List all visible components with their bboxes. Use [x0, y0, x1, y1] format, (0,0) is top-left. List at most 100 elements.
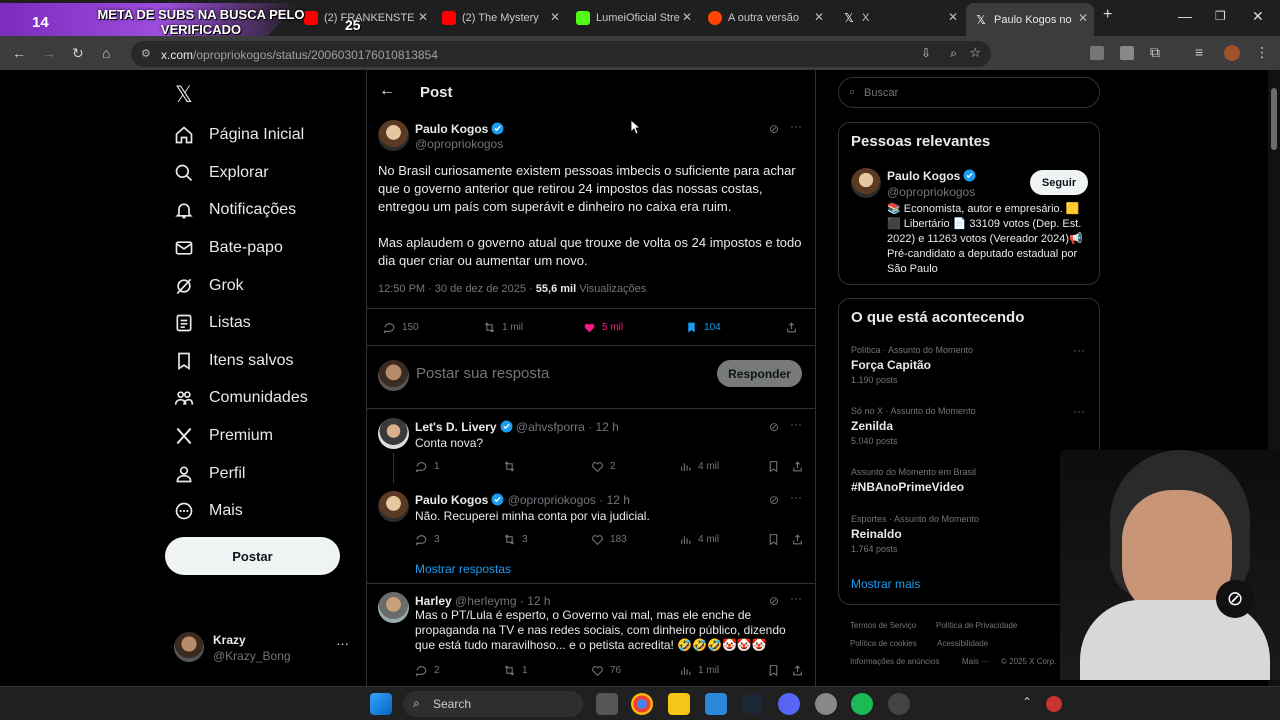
x-logo-icon[interactable]: 𝕏 — [175, 82, 193, 108]
trend-title[interactable]: Força Capitão — [851, 358, 931, 372]
minimize-icon[interactable]: — — [1178, 8, 1192, 24]
reply-handle[interactable]: @opropriokogos · 12 h — [508, 493, 630, 507]
nav-item-explore[interactable]: Explorar — [174, 158, 269, 188]
share-action[interactable] — [785, 321, 804, 334]
reply-action[interactable]: 2 — [415, 664, 440, 677]
forward-icon[interactable]: → — [42, 45, 56, 61]
search-input[interactable]: ⌕ Buscar — [838, 77, 1100, 108]
obs-icon[interactable] — [888, 693, 910, 715]
reply-handle[interactable]: @herleymg · 12 h — [455, 594, 551, 608]
author-handle[interactable]: @opropriokogos — [415, 137, 503, 151]
browser-tab[interactable]: 𝕏 X ✕ — [834, 5, 964, 31]
more-icon[interactable]: ··· — [336, 636, 349, 651]
bookmark-action[interactable] — [767, 533, 786, 546]
bookmark-action[interactable] — [767, 664, 786, 677]
nav-item-chat[interactable]: Bate-papo — [174, 233, 283, 263]
grok-icon[interactable]: ⊘ — [769, 420, 779, 434]
reply-input[interactable]: Postar sua resposta — [416, 365, 549, 382]
reply-author[interactable]: Harley — [415, 594, 452, 608]
show-replies-link[interactable]: Mostrar respostas — [415, 562, 511, 576]
close-icon[interactable]: ✕ — [682, 10, 692, 24]
like-action[interactable]: 2 — [591, 460, 616, 473]
reply-action[interactable]: 1 — [415, 460, 440, 473]
account-switcher[interactable]: Krazy @Krazy_Bong ··· — [174, 632, 354, 668]
repost-action[interactable]: 1 mil — [483, 321, 523, 334]
star-icon[interactable]: ☆ — [969, 45, 981, 61]
reply-avatar[interactable] — [378, 418, 409, 449]
close-icon[interactable]: ✕ — [1078, 11, 1088, 25]
relevant-name[interactable]: Paulo Kogos — [887, 169, 976, 183]
new-tab-icon[interactable]: + — [1103, 6, 1112, 24]
task-view-icon[interactable] — [596, 693, 618, 715]
more-icon[interactable]: ··· — [790, 490, 802, 504]
scrollbar-thumb[interactable] — [1271, 88, 1277, 150]
more-icon[interactable]: ··· — [1073, 343, 1085, 357]
post-timestamp[interactable]: 12:50 PM · 30 de dez de 2025 · — [378, 283, 536, 295]
footer-link[interactable]: Termos de Serviço — [850, 621, 916, 630]
reply-button[interactable]: Responder — [717, 360, 802, 387]
browser-tab[interactable]: A outra versão ✕ — [700, 5, 830, 31]
share-action[interactable] — [791, 533, 810, 546]
repost-action[interactable] — [503, 460, 522, 473]
nav-item-lists[interactable]: Listas — [174, 308, 251, 338]
extension-icon[interactable] — [1120, 46, 1134, 60]
profile-avatar[interactable] — [1224, 45, 1240, 61]
nav-item-more[interactable]: Mais — [174, 496, 243, 526]
nav-item-grok[interactable]: Grok — [174, 271, 244, 301]
reply-avatar[interactable] — [378, 592, 409, 623]
puzzle-icon[interactable]: ⧉ — [1150, 44, 1160, 61]
reply-author[interactable]: Paulo Kogos — [415, 493, 488, 507]
back-arrow-icon[interactable]: ← — [379, 82, 395, 100]
footer-link[interactable]: Acessibilidade — [937, 639, 988, 648]
nav-item-notifications[interactable]: Notificações — [174, 195, 296, 225]
settings-icon[interactable] — [815, 693, 837, 715]
nav-item-bookmarks[interactable]: Itens salvos — [174, 346, 293, 376]
back-icon[interactable]: ← — [12, 45, 26, 61]
more-icon[interactable]: ··· — [1073, 404, 1085, 418]
reply-author[interactable]: Let's D. Livery — [415, 420, 497, 434]
close-icon[interactable]: ✕ — [948, 10, 958, 24]
footer-link[interactable]: Informações de anúncios — [850, 657, 939, 666]
footer-link[interactable]: Mais ··· — [962, 657, 989, 666]
steam-icon[interactable] — [741, 693, 763, 715]
follow-button[interactable]: Seguir — [1030, 170, 1088, 195]
close-icon[interactable]: ✕ — [550, 10, 560, 24]
like-action[interactable]: 183 — [591, 533, 627, 546]
browser-tab[interactable]: (2) The Mystery ✕ — [434, 5, 566, 31]
nav-item-profile[interactable]: Perfil — [174, 459, 245, 489]
show-more-link[interactable]: Mostrar mais — [851, 577, 920, 591]
tray-icon[interactable] — [1046, 696, 1062, 712]
restore-icon[interactable]: ❐ — [1215, 9, 1226, 23]
bookmark-action[interactable] — [767, 460, 786, 473]
browser-tab[interactable]: LumeiOficial Stre ✕ — [568, 5, 698, 31]
chrome-icon[interactable] — [631, 693, 653, 715]
trend-title[interactable]: Zenilda — [851, 419, 893, 433]
windows-start-icon[interactable] — [370, 693, 392, 715]
media-icon[interactable]: ≡ — [1195, 44, 1203, 60]
close-icon[interactable]: ✕ — [418, 10, 428, 24]
url-bar[interactable]: ⚙ x.com/opropriokogos/status/20060301760… — [131, 41, 991, 67]
footer-link[interactable]: Política de Privacidade — [936, 621, 1017, 630]
more-icon[interactable]: ··· — [790, 591, 802, 605]
more-icon[interactable]: ··· — [790, 119, 802, 133]
more-icon[interactable]: ··· — [790, 417, 802, 431]
grok-icon[interactable]: ⊘ — [769, 493, 779, 507]
bookmark-action[interactable]: 104 — [685, 321, 721, 334]
reply-action[interactable]: 150 — [383, 321, 419, 334]
chevron-up-icon[interactable]: ⌃ — [1022, 695, 1032, 709]
grok-icon[interactable]: ⊘ — [769, 122, 779, 136]
post-button[interactable]: Postar — [165, 537, 340, 575]
like-action[interactable]: 76 — [591, 664, 621, 677]
discord-icon[interactable] — [778, 693, 800, 715]
footer-link[interactable]: Política de cookies — [850, 639, 917, 648]
close-icon[interactable]: ✕ — [814, 10, 824, 24]
relevant-avatar[interactable] — [851, 168, 881, 198]
nav-item-premium[interactable]: Premium — [174, 421, 273, 451]
home-icon[interactable]: ⌂ — [102, 45, 110, 61]
reply-handle[interactable]: @ahvsfporra · 12 h — [516, 420, 619, 434]
share-action[interactable] — [791, 664, 810, 677]
window-close-icon[interactable]: ✕ — [1252, 8, 1264, 25]
grok-icon[interactable]: ⊘ — [769, 594, 779, 608]
views-action[interactable]: 4 mil — [679, 460, 719, 473]
file-explorer-icon[interactable] — [668, 693, 690, 715]
